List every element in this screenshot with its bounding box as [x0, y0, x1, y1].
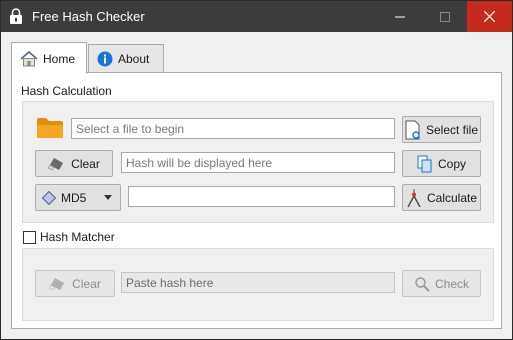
info-icon: [97, 51, 113, 67]
search-icon: [414, 276, 430, 292]
calculate-button[interactable]: Calculate: [402, 184, 481, 211]
algorithm-select[interactable]: MD5: [35, 184, 121, 211]
window-title: Free Hash Checker: [32, 9, 145, 24]
paste-hash-input[interactable]: Paste hash here: [121, 272, 395, 293]
close-icon: [484, 11, 495, 22]
diamond-icon: [42, 190, 56, 205]
clear-button[interactable]: Clear: [35, 150, 113, 177]
calculate-label: Calculate: [426, 190, 478, 205]
tab-home[interactable]: Home: [11, 42, 87, 74]
chevron-down-icon: [104, 195, 112, 200]
select-file-label: Select file: [425, 122, 479, 137]
file-path-input[interactable]: Select a file to begin: [71, 118, 395, 139]
lock-icon: [9, 8, 23, 25]
title-bar: Free Hash Checker: [1, 1, 512, 32]
file-search-icon: [405, 120, 421, 140]
matcher-clear-label: Clear: [72, 276, 101, 291]
hash-calculation-label: Hash Calculation: [21, 84, 112, 98]
tab-about-label: About: [118, 52, 150, 66]
matcher-clear-button[interactable]: Clear: [35, 270, 115, 297]
algorithm-selected-label: MD5: [61, 190, 87, 205]
home-panel: Hash Calculation Select a file to begin …: [11, 72, 502, 329]
clear-label: Clear: [71, 156, 100, 171]
check-button[interactable]: Check: [402, 270, 481, 297]
tab-home-label: Home: [43, 51, 76, 66]
copy-label: Copy: [437, 156, 466, 171]
folder-icon: [36, 117, 64, 139]
app-window: Free Hash Checker Home About Hash Calcul…: [0, 0, 513, 340]
tab-about[interactable]: About: [88, 44, 164, 73]
minimize-button[interactable]: [377, 1, 422, 32]
calculate-icon: [406, 188, 422, 208]
hash-algorithm-output[interactable]: [128, 186, 395, 207]
copy-icon: [417, 155, 433, 173]
copy-button[interactable]: Copy: [402, 150, 481, 177]
close-button[interactable]: [467, 1, 512, 32]
hash-calculation-group: Select a file to begin Select file Clear…: [22, 101, 494, 223]
maximize-icon: [439, 11, 450, 22]
eraser-icon: [48, 157, 66, 171]
minimize-icon: [394, 16, 405, 17]
maximize-button[interactable]: [422, 1, 467, 32]
check-label: Check: [434, 276, 469, 291]
eraser-icon: [49, 277, 67, 291]
select-file-button[interactable]: Select file: [402, 116, 481, 143]
home-icon: [20, 50, 38, 67]
hash-matcher-group: Clear Paste hash here Check: [22, 248, 494, 321]
hash-output-field[interactable]: Hash will be displayed here: [121, 152, 395, 173]
hash-matcher-label: Hash Matcher: [40, 230, 115, 244]
hash-matcher-checkbox[interactable]: [23, 231, 36, 244]
